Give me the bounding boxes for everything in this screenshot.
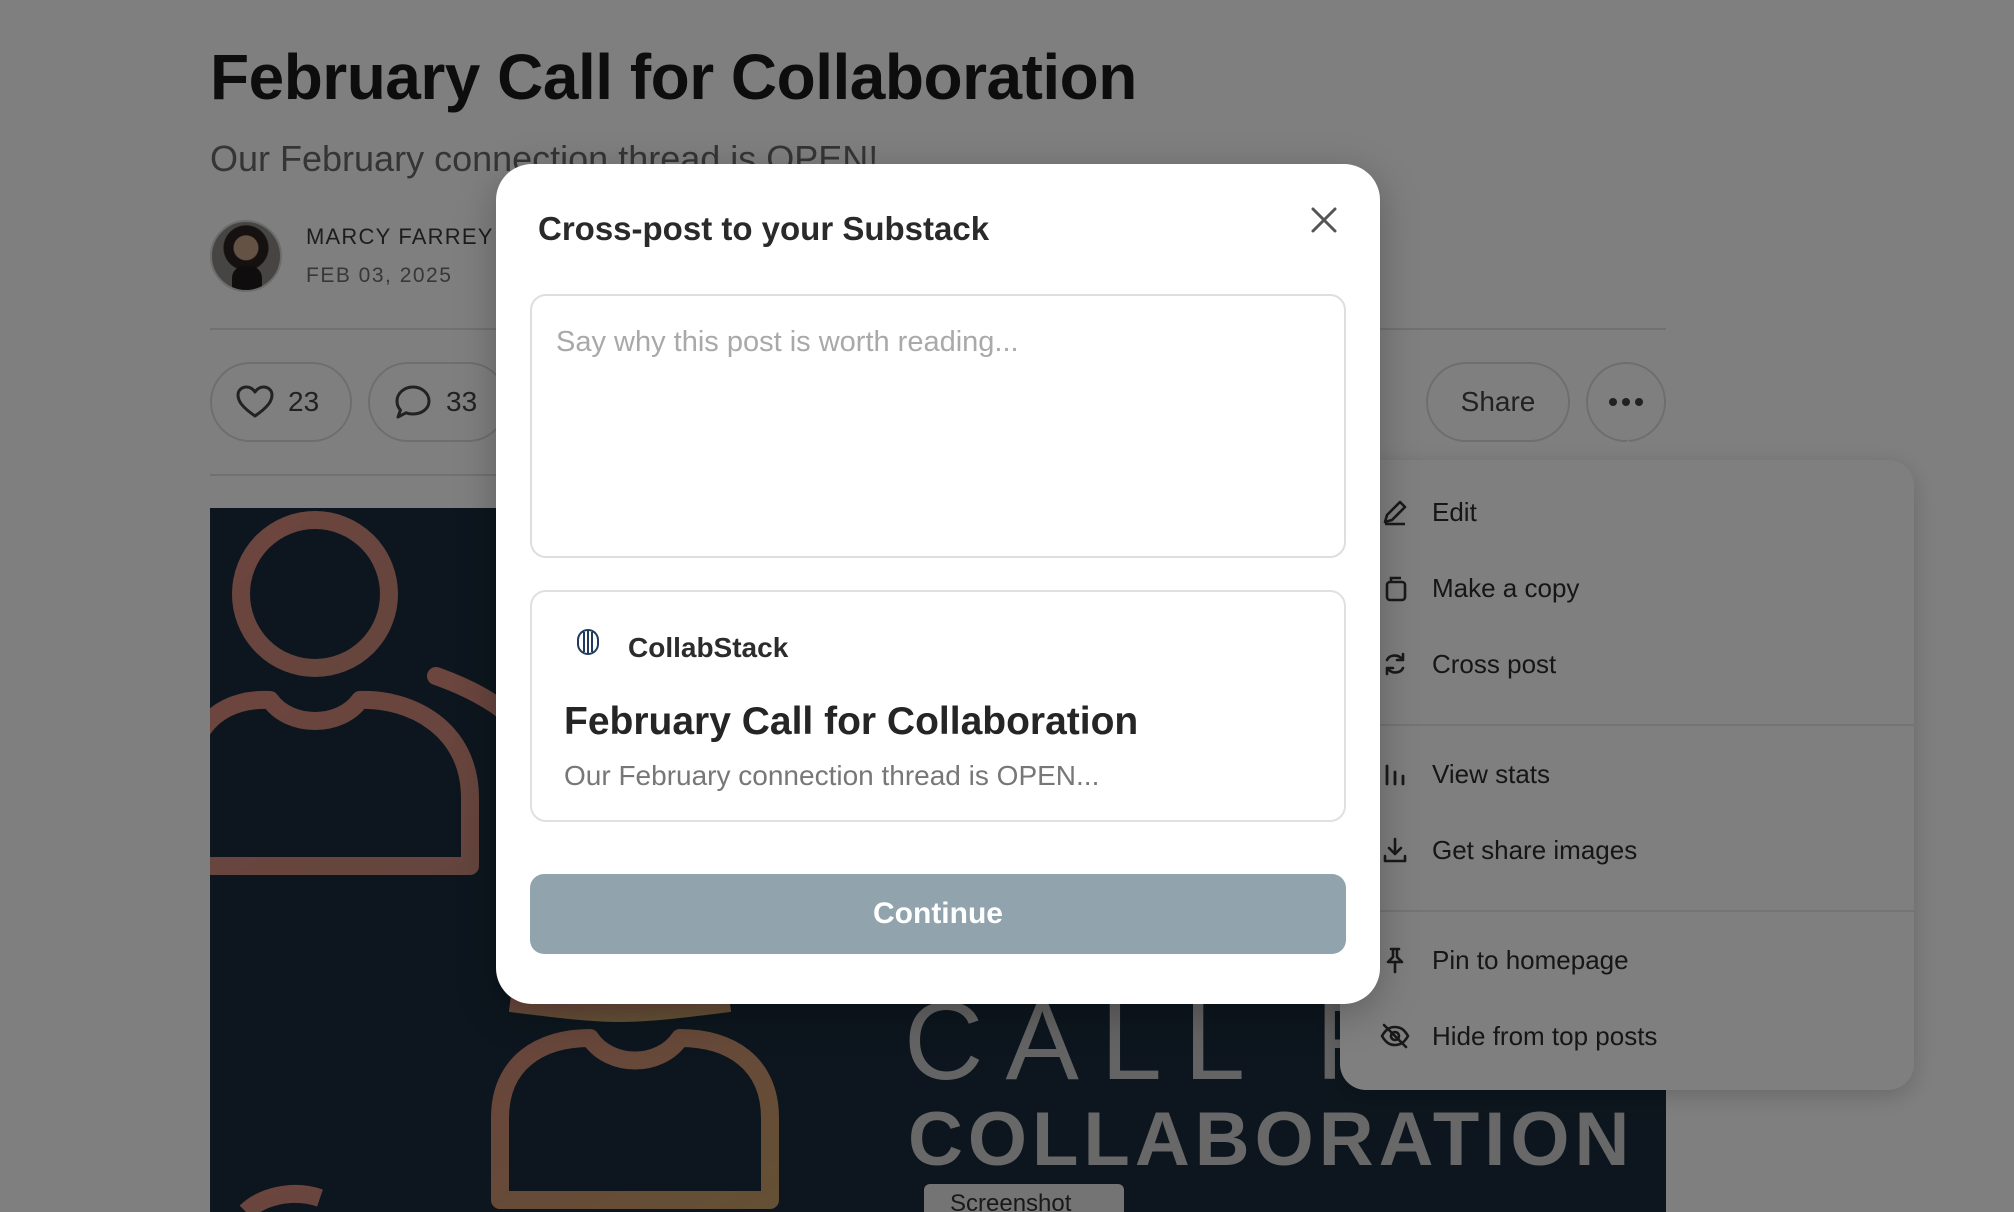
dialog-title: Cross-post to your Substack [538,210,990,247]
publication-logo [570,628,606,674]
close-button[interactable] [1302,200,1346,244]
cross-post-note-input[interactable] [530,294,1346,558]
preview-title: February Call for Collaboration [564,700,1139,743]
publication-name: CollabStack [628,632,789,663]
preview-subtitle: Our February connection thread is OPEN..… [564,760,1100,791]
close-icon [1309,205,1339,240]
continue-button[interactable]: Continue [530,874,1346,954]
post-preview-card: CollabStack February Call for Collaborat… [530,590,1346,822]
cross-post-dialog: Cross-post to your Substack CollabStack … [496,164,1380,1004]
